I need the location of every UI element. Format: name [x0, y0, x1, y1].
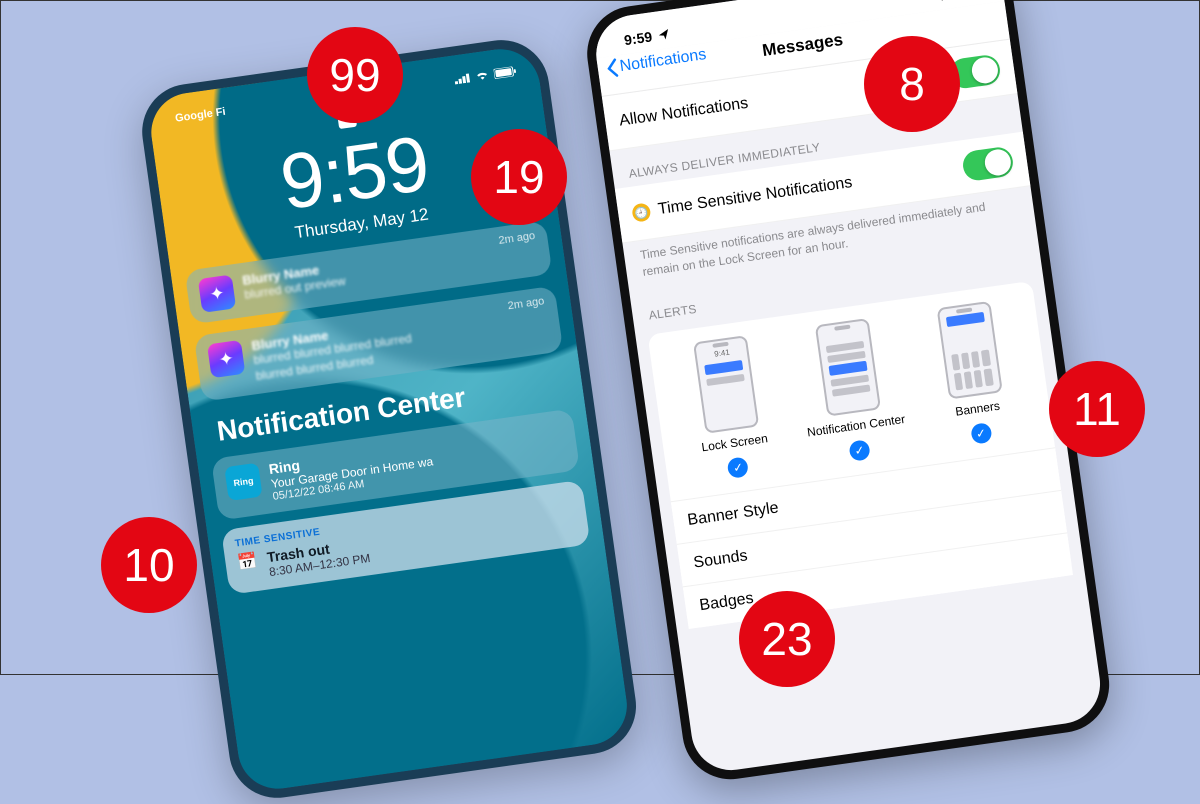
location-icon: [657, 28, 671, 42]
nc-preview-icon: [815, 318, 881, 417]
alert-label: Lock Screen: [673, 427, 796, 458]
alert-label: Notification Center: [794, 410, 917, 441]
banners-preview-icon: [936, 301, 1002, 400]
badge-10: 10: [101, 517, 197, 613]
badge-99: 99: [307, 27, 403, 123]
alert-label: Banners: [916, 393, 1039, 424]
ring-app-icon: Ring: [224, 463, 262, 501]
settings-screen: 9:59 Notifications Messages Allow Notifi…: [591, 0, 1105, 775]
time-sensitive-toggle[interactable]: [961, 145, 1015, 182]
chevron-left-icon: [605, 57, 620, 78]
settings-device: 9:59 Notifications Messages Allow Notifi…: [581, 0, 1115, 785]
wifi-icon: [475, 70, 490, 82]
wifi-icon: [933, 0, 949, 2]
badge-8: 8: [864, 36, 960, 132]
status-time: 9:59: [623, 28, 653, 48]
alert-option-banners[interactable]: Banners ✓: [902, 296, 1044, 458]
signal-icon: [454, 72, 471, 84]
time-sensitive-label: Time Sensitive Notifications: [657, 174, 854, 219]
messenger-icon: ✦: [207, 340, 245, 378]
clock-badge-icon: 🕘: [631, 202, 651, 222]
lockscreen-preview-icon: 9:41: [693, 335, 759, 434]
alert-option-nc[interactable]: Notification Center ✓: [781, 313, 923, 475]
check-icon: ✓: [848, 439, 871, 462]
check-icon: ✓: [727, 456, 750, 479]
alerts-picker: 9:41 Lock Screen ✓: [647, 280, 1073, 628]
badge-11: 11: [1049, 361, 1145, 457]
messenger-icon: ✦: [198, 274, 236, 312]
allow-notifications-label: Allow Notifications: [618, 95, 749, 131]
check-icon: ✓: [970, 422, 993, 445]
calendar-icon: 📅: [236, 551, 260, 583]
mini-time: 9:41: [697, 345, 748, 361]
badge-19: 19: [471, 129, 567, 225]
badge-23: 23: [739, 591, 835, 687]
battery-icon: [493, 66, 516, 79]
lockscreen-device: Google Fi 9:59 Thursday, May 12 ✦ Blurry…: [136, 34, 642, 804]
alert-option-lockscreen[interactable]: 9:41 Lock Screen ✓: [659, 330, 801, 492]
